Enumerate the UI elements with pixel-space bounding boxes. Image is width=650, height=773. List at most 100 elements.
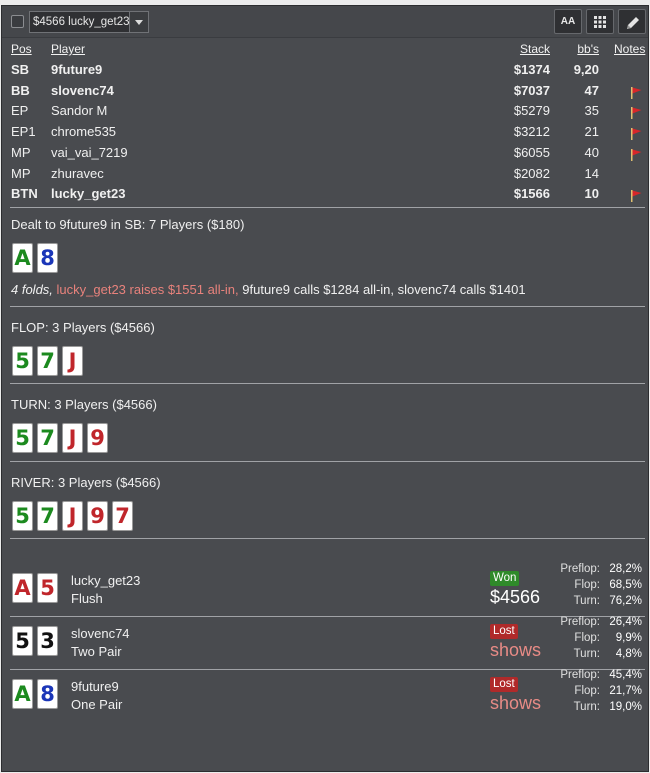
player-row[interactable]: BTN lucky_get23 $1566 10 — [10, 186, 648, 206]
player-bbs: 47 — [584, 82, 599, 98]
result-status-badge: Lost — [490, 624, 518, 639]
equity-preflop: Preflop: 28,2% — [542, 563, 642, 578]
hand-select-value: $4566 lucky_get23 — [33, 16, 130, 28]
equity-flop-value: 68,5% — [609, 579, 642, 591]
playing-card: 7 — [37, 501, 58, 531]
chevron-down-icon[interactable] — [129, 12, 148, 32]
equity-flop-value: 9,9% — [615, 632, 642, 644]
result-amount: shows — [490, 693, 542, 713]
equity-turn: Turn: 19,0% — [542, 701, 642, 716]
player-position: MP — [11, 144, 31, 160]
player-position: MP — [11, 165, 31, 181]
player-bbs: 10 — [584, 186, 599, 202]
pencil-icon — [627, 17, 639, 29]
player-row[interactable]: BB slovenc74 $7037 47 — [10, 83, 648, 103]
player-name: vai_vai_7219 — [51, 144, 128, 160]
player-row[interactable]: EP1 chrome535 $3212 21 — [10, 124, 648, 144]
playing-card: 8 — [37, 243, 58, 273]
equity-flop-label: Flop: — [574, 579, 600, 591]
equity-flop-label: Flop: — [574, 685, 600, 697]
showdown-player-name[interactable]: 9future9 — [71, 679, 119, 694]
player-name: slovenc74 — [51, 82, 114, 98]
player-stack: $6055 — [513, 144, 550, 160]
player-stack: $1566 — [513, 186, 550, 202]
showdown-result: 5 3 slovenc74 Two Pair Lost shows Preflop: 26,4… — [2, 616, 648, 668]
showdown-player-name[interactable]: slovenc74 — [71, 626, 130, 641]
edit-button[interactable] — [618, 9, 646, 34]
result-amount: $4566 — [490, 587, 541, 607]
equity-turn-label: Turn: — [573, 701, 600, 713]
equity-preflop-label: Preflop: — [560, 669, 600, 681]
player-row[interactable]: SB 9future9 $1374 9,20 — [10, 62, 648, 82]
col-notes-header[interactable]: Notes — [614, 42, 645, 56]
player-position: EP1 — [11, 124, 36, 140]
equity-turn: Turn: 76,2% — [542, 595, 642, 610]
player-name: chrome535 — [51, 124, 117, 140]
player-bbs: 21 — [584, 124, 599, 140]
equity-preflop-value: 45,4% — [609, 669, 642, 681]
equity-turn-value: 4,8% — [615, 648, 642, 660]
player-stack: $5279 — [513, 103, 550, 119]
playing-card: A — [12, 679, 33, 709]
player-bbs: 14 — [584, 165, 599, 181]
playing-card: 9 — [87, 501, 108, 531]
player-row[interactable]: EP Sandor M $5279 35 — [10, 103, 648, 123]
showdown-hand-rank: Two Pair — [71, 644, 122, 659]
font-size-label: AA — [560, 16, 576, 27]
playing-card: 5 — [12, 626, 33, 656]
showdown-result: A 5 lucky_get23 Flush Won $4566 Preflop: 28,2% F… — [2, 563, 648, 615]
playing-card: J — [62, 501, 83, 531]
showdown-hand-rank: Flush — [71, 591, 103, 606]
equity-turn-label: Turn: — [573, 648, 600, 660]
playing-card: 5 — [12, 423, 33, 453]
playing-card: J — [62, 346, 83, 376]
section-divider — [10, 383, 645, 384]
preflop-action: 4 folds, lucky_get23 raises $1551 all-in… — [11, 282, 526, 297]
player-row[interactable]: MP vai_vai_7219 $6055 40 — [10, 145, 648, 165]
equity-turn: Turn: 4,8% — [542, 648, 642, 663]
player-row[interactable]: MP zhuravec $2082 14 — [10, 166, 648, 186]
preflop-title: Dealt to 9future9 in SB: 7 Players ($180… — [11, 217, 245, 232]
note-flag-icon[interactable] — [629, 86, 643, 100]
player-position: BTN — [11, 186, 38, 202]
playing-card: A — [12, 573, 33, 603]
player-name: zhuravec — [51, 165, 104, 181]
grid-view-button[interactable] — [586, 9, 614, 34]
font-size-button[interactable]: AA — [554, 9, 582, 34]
showdown-result: A 8 9future9 One Pair Lost shows Preflop: 45,4%… — [2, 669, 648, 721]
note-flag-icon[interactable] — [629, 148, 643, 162]
equity-preflop: Preflop: 26,4% — [542, 616, 642, 631]
hand-select-dropdown[interactable]: $4566 lucky_get23 — [29, 11, 149, 33]
note-flag-icon[interactable] — [629, 189, 643, 203]
note-flag-icon[interactable] — [629, 127, 643, 141]
showdown-hand-rank: One Pair — [71, 697, 123, 712]
player-stack: $3212 — [513, 124, 550, 140]
flop-title: FLOP: 3 Players ($4566) — [11, 320, 155, 335]
equity-flop: Flop: 68,5% — [542, 579, 642, 594]
equity-flop: Flop: 21,7% — [542, 685, 642, 700]
select-hand-checkbox[interactable] — [11, 15, 24, 28]
note-flag-icon[interactable] — [629, 106, 643, 120]
col-pos-header[interactable]: Pos — [11, 42, 32, 56]
col-bbs-header[interactable]: bb's — [577, 42, 599, 56]
playing-card: 7 — [112, 501, 133, 531]
section-divider — [10, 207, 645, 208]
river-title: RIVER: 3 Players ($4566) — [11, 475, 161, 490]
equity-preflop-label: Preflop: — [560, 563, 600, 575]
playing-card: 8 — [37, 679, 58, 709]
showdown-player-name[interactable]: lucky_get23 — [71, 573, 140, 588]
equity-flop-value: 21,7% — [609, 685, 642, 697]
player-stack: $2082 — [513, 165, 550, 181]
playing-card: 5 — [12, 501, 33, 531]
col-stack-header[interactable]: Stack — [520, 42, 550, 56]
turn-title: TURN: 3 Players ($4566) — [11, 397, 157, 412]
equity-preflop: Preflop: 45,4% — [542, 669, 642, 684]
section-divider — [10, 306, 645, 307]
col-player-header[interactable]: Player — [51, 42, 85, 56]
playing-card: J — [62, 423, 83, 453]
action-calls: 9future9 calls $1284 all-in, slovenc74 c… — [238, 282, 526, 297]
player-bbs: 35 — [584, 103, 599, 119]
playing-card: 9 — [87, 423, 108, 453]
player-bbs: 40 — [584, 144, 599, 160]
playing-card: 3 — [37, 626, 58, 656]
